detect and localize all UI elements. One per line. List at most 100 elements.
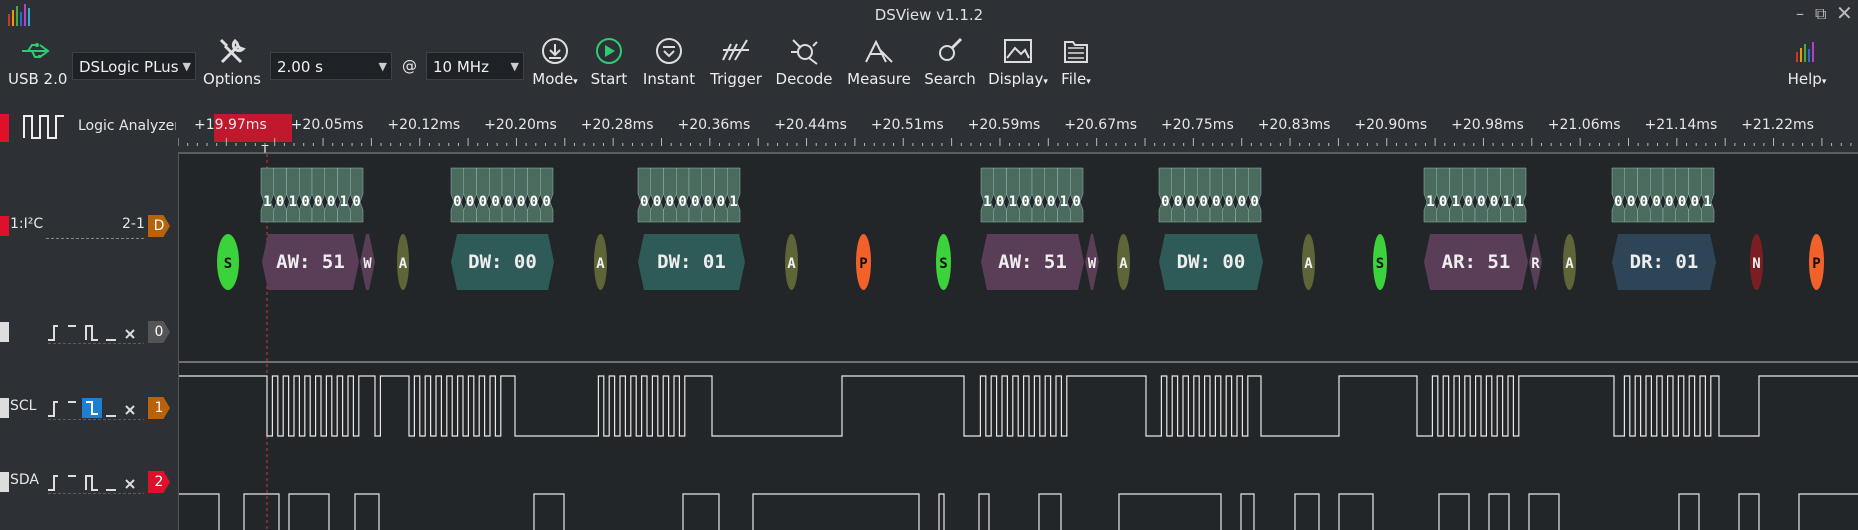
minimize-icon[interactable]: – [1796, 4, 1804, 23]
bit-label: 1 [1515, 194, 1523, 210]
ruler-tick-label: +20.67ms [1064, 117, 1137, 133]
decoder-annotation-label: DW: 00 [468, 251, 537, 273]
decoder-annotation-label: S [1376, 256, 1384, 272]
decoder-badge[interactable]: D [148, 215, 170, 237]
ruler-tick-label: +21.22ms [1741, 117, 1814, 133]
file-icon [1064, 41, 1088, 63]
bit-label: 1 [1009, 194, 1017, 210]
decode-icon [791, 39, 818, 65]
help-button[interactable]: Help▾ [1786, 36, 1828, 88]
chevron-down-icon: ▼ [378, 60, 387, 73]
decoder-annotation-label: W [1088, 256, 1097, 272]
decode-label: Decode [775, 70, 833, 88]
decode-button[interactable]: Decode [774, 36, 834, 88]
waveform-view[interactable]: 1010001000000000000000011010001000000000… [178, 154, 1858, 530]
decoder-annotation-label: A [1119, 256, 1128, 272]
wrench-screwdriver-icon [219, 38, 246, 64]
ruler-tick-label: +20.98ms [1451, 117, 1524, 133]
instant-label: Instant [642, 70, 696, 88]
decoder-annotation-label: N [1752, 256, 1760, 272]
bit-label: 0 [717, 194, 725, 210]
sda-channel-badge[interactable]: 2 [148, 471, 170, 493]
chevron-down-icon: ▼ [182, 60, 191, 73]
decoder-channel-index: 2-1 [122, 216, 145, 232]
device-value: DSLogic PLus [79, 58, 179, 76]
options-button[interactable]: Options [200, 36, 264, 88]
measure-button[interactable]: Measure [846, 36, 912, 88]
bit-label: 0 [678, 194, 686, 210]
usb-label: USB 2.0 [8, 70, 68, 88]
usb-icon [22, 43, 50, 58]
bit-label: 0 [1238, 194, 1246, 210]
decoder-channel-name: 1:I²C [10, 216, 44, 232]
decoder-annotation-label: A [399, 256, 408, 272]
bit-label: 1 [289, 194, 297, 210]
window-title: DSView v1.1.2 [874, 6, 984, 24]
decoder-annotation-label: P [1812, 256, 1820, 272]
chevron-down-icon: ▼ [510, 60, 519, 73]
trigger-icon [722, 39, 749, 61]
bit-label: 1 [263, 194, 271, 210]
display-button[interactable]: Display▾ [988, 36, 1048, 88]
bit-label: 1 [1060, 194, 1068, 210]
ruler-tick-label: +20.59ms [968, 117, 1041, 133]
scl-channel-header[interactable]: SCL 1 [0, 394, 178, 424]
start-label: Start [590, 70, 628, 88]
bit-label: 0 [1439, 194, 1447, 210]
decoder-annotation-label: AR: 51 [1442, 251, 1511, 273]
device-select[interactable]: DSLogic PLus ▼ [72, 52, 196, 80]
sda-channel-header[interactable]: SDA 2 [0, 468, 178, 498]
file-button[interactable]: File▾ [1056, 36, 1096, 88]
scl-waveform [179, 375, 1858, 437]
instant-button[interactable]: Instant [640, 36, 698, 88]
decoder-annotation-label: DW: 00 [1177, 251, 1246, 273]
ruler-tick-label: +20.51ms [871, 117, 944, 133]
bit-label: 0 [1652, 194, 1660, 210]
trigger-edge-icons[interactable] [46, 470, 146, 494]
duration-select[interactable]: 2.00 s ▼ [270, 52, 392, 80]
mode-download-icon [542, 38, 568, 64]
restore-icon[interactable]: ⧉ [1815, 4, 1826, 24]
bit-label: 0 [1212, 194, 1220, 210]
bit-label: 0 [1464, 194, 1472, 210]
channel-0-header[interactable]: 0 [0, 318, 178, 348]
trigger-button[interactable]: Trigger [708, 36, 764, 88]
bit-label: 0 [1072, 194, 1080, 210]
ruler-tick-label: +21.14ms [1645, 117, 1718, 133]
display-icon [1004, 39, 1032, 63]
logic-analyzer-tab-label[interactable]: Logic Analyzer [78, 118, 176, 134]
decoder-channel-header[interactable]: 1:I²C 2-1 D [0, 212, 178, 242]
scl-channel-badge[interactable]: 1 [148, 397, 170, 419]
ruler-tick-label: +20.83ms [1258, 117, 1331, 133]
time-ruler[interactable]: T+19.97ms +20.05ms +20.12ms +20.20ms +20.28m… [178, 104, 1858, 154]
bit-label: 0 [1161, 194, 1169, 210]
search-button[interactable]: Search [922, 36, 978, 88]
bit-label: 0 [996, 194, 1004, 210]
channel-0-badge[interactable]: 0 [148, 321, 170, 343]
file-label: File▾ [1061, 70, 1091, 88]
trigger-edge-icons[interactable] [46, 396, 146, 420]
samplerate-select[interactable]: 10 MHz ▼ [426, 52, 524, 80]
mode-button[interactable]: Mode▾ [530, 36, 580, 88]
options-label: Options [203, 70, 261, 88]
close-icon[interactable]: ✕ [1836, 1, 1853, 25]
title-bar: DSView v1.1.2 – ⧉ ✕ [0, 0, 1858, 32]
decoder-annotation-label: A [1304, 256, 1313, 272]
measure-label: Measure [847, 70, 911, 88]
trigger-edge-icons[interactable] [46, 320, 146, 344]
bit-label: 1 [1452, 194, 1460, 210]
bit-label: 0 [504, 194, 512, 210]
bit-label: 0 [1678, 194, 1686, 210]
trigger-label: Trigger [710, 70, 762, 88]
bit-label: 0 [352, 194, 360, 210]
start-button[interactable]: Start [586, 36, 632, 88]
bit-label: 0 [1034, 194, 1042, 210]
bit-label: 0 [1614, 194, 1622, 210]
sda-waveform [179, 493, 1858, 530]
search-icon [939, 37, 963, 61]
decoder-annotation-label: A [787, 256, 796, 272]
decoder-annotation-label: A [596, 256, 605, 272]
decoder-annotation-label: S [224, 256, 232, 272]
samplerate-value: 10 MHz [433, 58, 489, 76]
bit-label: 0 [1640, 194, 1648, 210]
